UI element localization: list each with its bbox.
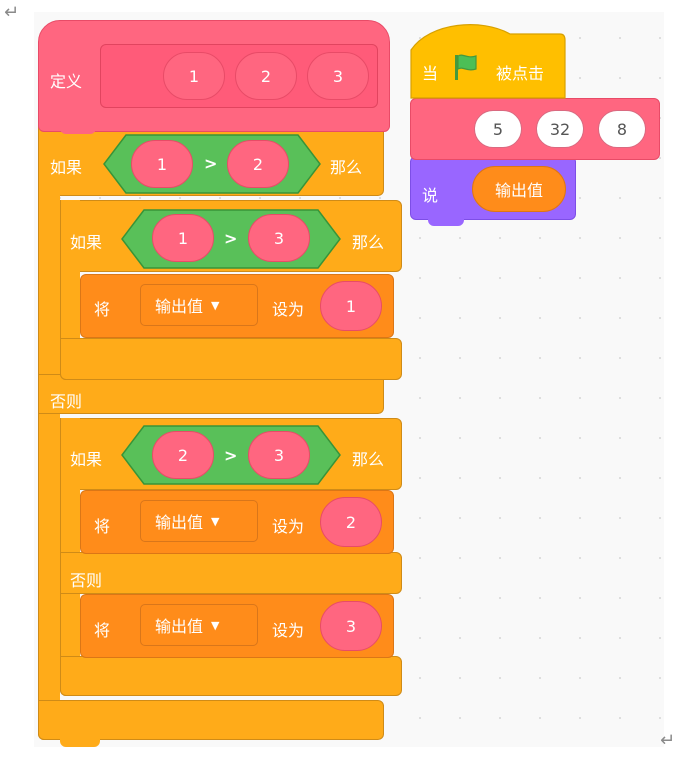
inner1-if-label: 如果 bbox=[70, 233, 103, 252]
set2-variable-dropdown[interactable]: 输出值 ▼ bbox=[140, 500, 258, 542]
outer-else-label: 否则 bbox=[50, 392, 83, 411]
call-arg-3[interactable]: 8 bbox=[598, 110, 646, 148]
return-mark-icon-bottom: ↵ bbox=[660, 730, 676, 751]
say-notch bbox=[428, 216, 464, 226]
set3-variable-dropdown[interactable]: 输出值 ▼ bbox=[140, 604, 258, 646]
call-arg-1[interactable]: 5 bbox=[474, 110, 522, 148]
say-reporter-output-variable[interactable]: 输出值 bbox=[472, 166, 566, 212]
define-param-2[interactable]: 2 bbox=[235, 52, 297, 100]
define-label: 定义 bbox=[50, 72, 83, 91]
hat-label-suffix: 被点击 bbox=[496, 64, 545, 83]
when-flag-clicked-hat-block[interactable] bbox=[410, 16, 566, 100]
outer-right-operand[interactable]: 2 bbox=[227, 140, 289, 188]
inner1-operator: > bbox=[224, 229, 238, 248]
say-label: 说 bbox=[422, 186, 439, 205]
inner2-right-operand[interactable]: 3 bbox=[248, 431, 310, 479]
call-arg-2[interactable]: 32 bbox=[536, 110, 584, 148]
inner2-operator: > bbox=[224, 446, 238, 465]
hat-label-prefix: 当 bbox=[422, 64, 439, 83]
inner2-else-label: 否则 bbox=[70, 571, 103, 590]
set1-to-label: 设为 bbox=[272, 300, 305, 319]
define-notch bbox=[60, 124, 96, 134]
set1-variable-dropdown[interactable]: 输出值 ▼ bbox=[140, 284, 258, 326]
set1-value-input[interactable]: 1 bbox=[320, 281, 382, 331]
dropdown-caret-icon: ▼ bbox=[211, 514, 220, 528]
inner1-left-operand[interactable]: 1 bbox=[152, 214, 214, 262]
inner2-left-operand[interactable]: 2 bbox=[152, 431, 214, 479]
dropdown-caret-icon: ▼ bbox=[211, 298, 220, 312]
set3-value-input[interactable]: 3 bbox=[320, 601, 382, 651]
set3-label: 将 bbox=[94, 621, 111, 640]
inner1-right-operand[interactable]: 3 bbox=[248, 214, 310, 262]
outer-left-operand[interactable]: 1 bbox=[131, 140, 193, 188]
inner2-if-label: 如果 bbox=[70, 450, 103, 469]
inner1-then-label: 那么 bbox=[352, 233, 385, 252]
outer-then-label: 那么 bbox=[330, 158, 363, 177]
green-flag-icon[interactable] bbox=[452, 52, 480, 82]
set2-value-input[interactable]: 2 bbox=[320, 497, 382, 547]
set3-to-label: 设为 bbox=[272, 621, 305, 640]
set1-label: 将 bbox=[94, 300, 111, 319]
define-param-3[interactable]: 3 bbox=[307, 52, 369, 100]
outer-operator: > bbox=[204, 154, 218, 173]
inner2-then-label: 那么 bbox=[352, 450, 385, 469]
outer-if-label: 如果 bbox=[50, 158, 83, 177]
return-mark-icon: ↵ bbox=[4, 2, 20, 23]
set2-label: 将 bbox=[94, 517, 111, 536]
dropdown-caret-icon: ▼ bbox=[211, 618, 220, 632]
define-param-1[interactable]: 1 bbox=[163, 52, 225, 100]
set2-to-label: 设为 bbox=[272, 517, 305, 536]
